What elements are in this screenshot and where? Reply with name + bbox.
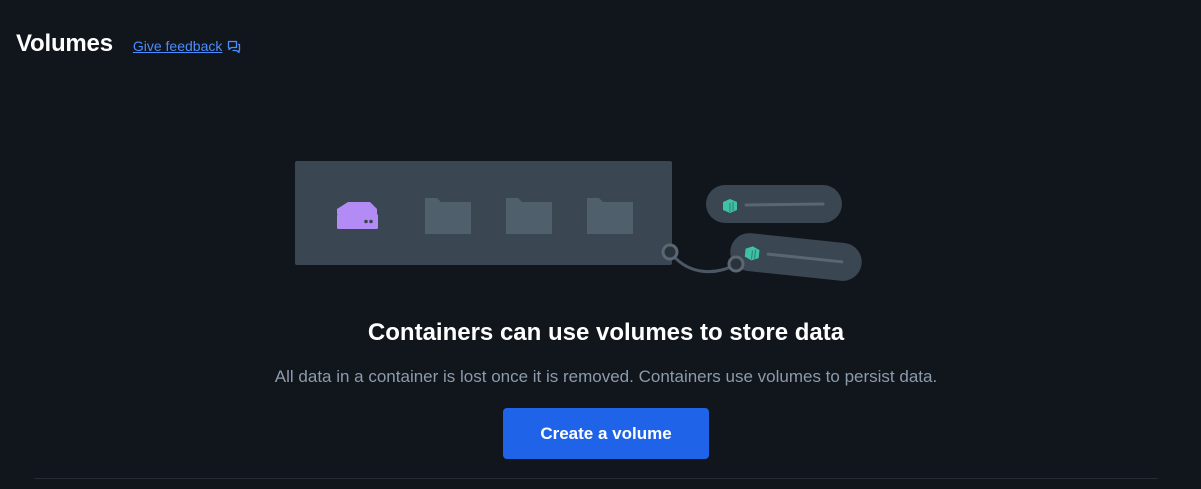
give-feedback-label: Give feedback — [132, 38, 223, 54]
create-volume-button[interactable]: Create a volume — [503, 408, 709, 459]
feedback-chat-icon — [227, 39, 241, 54]
volume-drive-icon — [337, 202, 378, 229]
volumes-page: Volumes Give feedback Containers can use… — [0, 0, 1201, 489]
page-header: Volumes Give feedback — [16, 30, 241, 58]
give-feedback-link[interactable]: Give feedback — [133, 38, 242, 54]
folder-icon — [587, 198, 633, 234]
empty-state-description: All data in a container is lost once it … — [274, 367, 938, 386]
container-pill — [730, 233, 862, 281]
volumes-illustration — [290, 156, 870, 286]
connector-line — [668, 251, 737, 274]
container-pill — [706, 185, 842, 223]
page-title: Volumes — [16, 30, 113, 57]
connector-node — [661, 243, 679, 261]
empty-state-title: Containers can use volumes to store data — [367, 319, 845, 346]
connector-node — [727, 255, 745, 273]
folder-icon — [506, 198, 552, 234]
bottom-divider — [34, 478, 1158, 479]
folder-icon — [425, 198, 471, 234]
